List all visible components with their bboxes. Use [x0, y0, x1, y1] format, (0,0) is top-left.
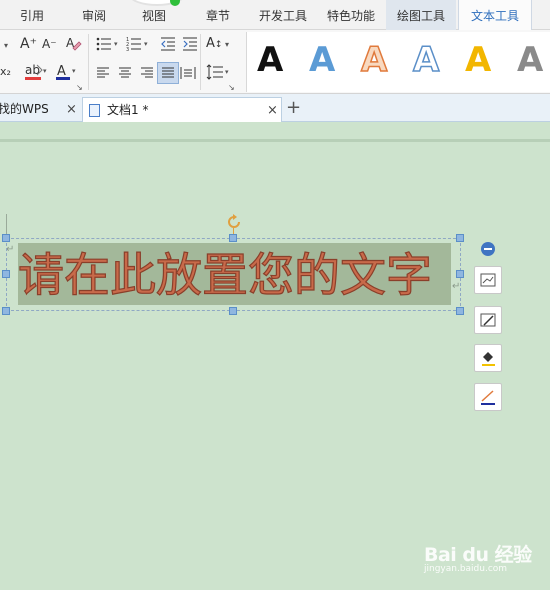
- resize-handle[interactable]: [2, 307, 10, 315]
- highlight-color-icon[interactable]: ab ▾: [24, 62, 50, 86]
- wordart-style-black[interactable]: A: [257, 40, 283, 80]
- tab-document1[interactable]: 文档1 * ×: [82, 97, 282, 122]
- svg-text:▾: ▾: [72, 67, 76, 75]
- layout-options-button[interactable]: [474, 266, 502, 294]
- document-icon: [89, 104, 100, 117]
- resize-handle[interactable]: [456, 270, 464, 278]
- ribbon-toolbar: ▾ x₂ A⁺ A⁻ A ab ▾ A ▾ ↘ ▾ 1 2 3 ▾ A↕ ▾ ▾…: [0, 30, 550, 94]
- increase-indent-icon[interactable]: [182, 36, 198, 56]
- wordart-style-gallery: A A A A A A: [246, 32, 550, 92]
- resize-handle[interactable]: [2, 234, 10, 242]
- layout-icon: [480, 273, 496, 287]
- subscript-icon[interactable]: x₂: [0, 64, 11, 80]
- clear-format-icon[interactable]: A: [64, 34, 82, 56]
- ribbon-tab-bar: 引用 审阅 视图 章节 开发工具 特色功能 绘图工具 文本工具: [0, 0, 550, 31]
- close-icon[interactable]: ×: [267, 98, 278, 123]
- svg-text:▾: ▾: [43, 67, 47, 75]
- tab-developer[interactable]: 开发工具: [254, 0, 312, 30]
- svg-text:▾: ▾: [144, 40, 148, 48]
- outline-button[interactable]: [474, 383, 502, 411]
- bullet-list-icon[interactable]: ▾: [96, 36, 122, 56]
- tab-sections[interactable]: 章节: [198, 0, 238, 30]
- decrease-indent-icon[interactable]: [160, 36, 176, 56]
- watermark: Bai du 经验 jingyan.baidu.com: [424, 540, 534, 580]
- tab-references[interactable]: 引用: [14, 0, 50, 30]
- watermark-logo: Bai du 经验: [424, 544, 532, 566]
- tab-label: 找的WPS: [0, 102, 49, 116]
- wordart-style-blue[interactable]: A: [309, 40, 335, 80]
- tab-my-wps[interactable]: 找的WPS ×: [0, 97, 80, 122]
- wordart-style-blue-outline[interactable]: A: [412, 39, 440, 81]
- font-dropdown-caret-icon[interactable]: ▾: [4, 38, 8, 54]
- svg-text:▾: ▾: [225, 68, 229, 76]
- text-size-icon[interactable]: A↕ ▾: [206, 36, 229, 53]
- svg-text:A: A: [57, 64, 66, 79]
- svg-text:3: 3: [126, 47, 129, 52]
- document-canvas[interactable]: [0, 122, 550, 590]
- resize-handle[interactable]: [229, 307, 237, 315]
- paint-bucket-icon: [482, 352, 495, 366]
- collapse-icon[interactable]: [481, 242, 495, 256]
- edit-shape-button[interactable]: [474, 306, 502, 334]
- resize-handle[interactable]: [456, 307, 464, 315]
- outline-icon: [481, 390, 495, 405]
- svg-text:▾: ▾: [114, 40, 118, 48]
- paragraph-mark: ↵: [452, 281, 461, 292]
- fill-button[interactable]: [474, 344, 502, 372]
- wordart-text[interactable]: 请在此放置您的文字: [17, 247, 458, 303]
- document-tab-strip: 找的WPS × 文档1 * × +: [0, 94, 550, 122]
- tab-view[interactable]: 视图: [136, 0, 172, 30]
- new-tab-icon[interactable]: +: [286, 94, 301, 122]
- resize-handle[interactable]: [2, 270, 10, 278]
- justify-icon[interactable]: [157, 62, 179, 84]
- align-center-icon[interactable]: [118, 66, 132, 84]
- edit-icon: [480, 313, 496, 327]
- tab-drawing-tools[interactable]: 绘图工具: [386, 0, 456, 30]
- align-left-icon[interactable]: [96, 66, 110, 84]
- cursor-line: [6, 214, 7, 236]
- watermark-url: jingyan.baidu.com: [424, 564, 508, 574]
- close-icon[interactable]: ×: [66, 97, 77, 122]
- toolbar-divider: [88, 34, 89, 90]
- page-edge: [0, 139, 550, 142]
- resize-handle[interactable]: [229, 234, 237, 242]
- wordart-style-orange-outline[interactable]: A: [360, 39, 388, 81]
- shrink-font-icon[interactable]: A⁻: [42, 36, 57, 52]
- grow-font-icon[interactable]: A⁺: [20, 36, 37, 52]
- distribute-icon[interactable]: [180, 66, 196, 84]
- wordart-style-gray[interactable]: A: [517, 40, 543, 80]
- toolbar-divider: [200, 34, 201, 90]
- wordart-style-gold[interactable]: A: [465, 40, 491, 80]
- numbered-list-icon[interactable]: 1 2 3 ▾: [126, 36, 152, 56]
- tab-label: 文档1 *: [107, 103, 149, 117]
- resize-handle[interactable]: [456, 234, 464, 242]
- tab-features[interactable]: 特色功能: [322, 0, 380, 30]
- tab-review[interactable]: 审阅: [76, 0, 112, 30]
- rotate-handle-icon[interactable]: [226, 214, 242, 230]
- tab-text-tools[interactable]: 文本工具: [458, 0, 532, 31]
- align-right-icon[interactable]: [140, 66, 154, 84]
